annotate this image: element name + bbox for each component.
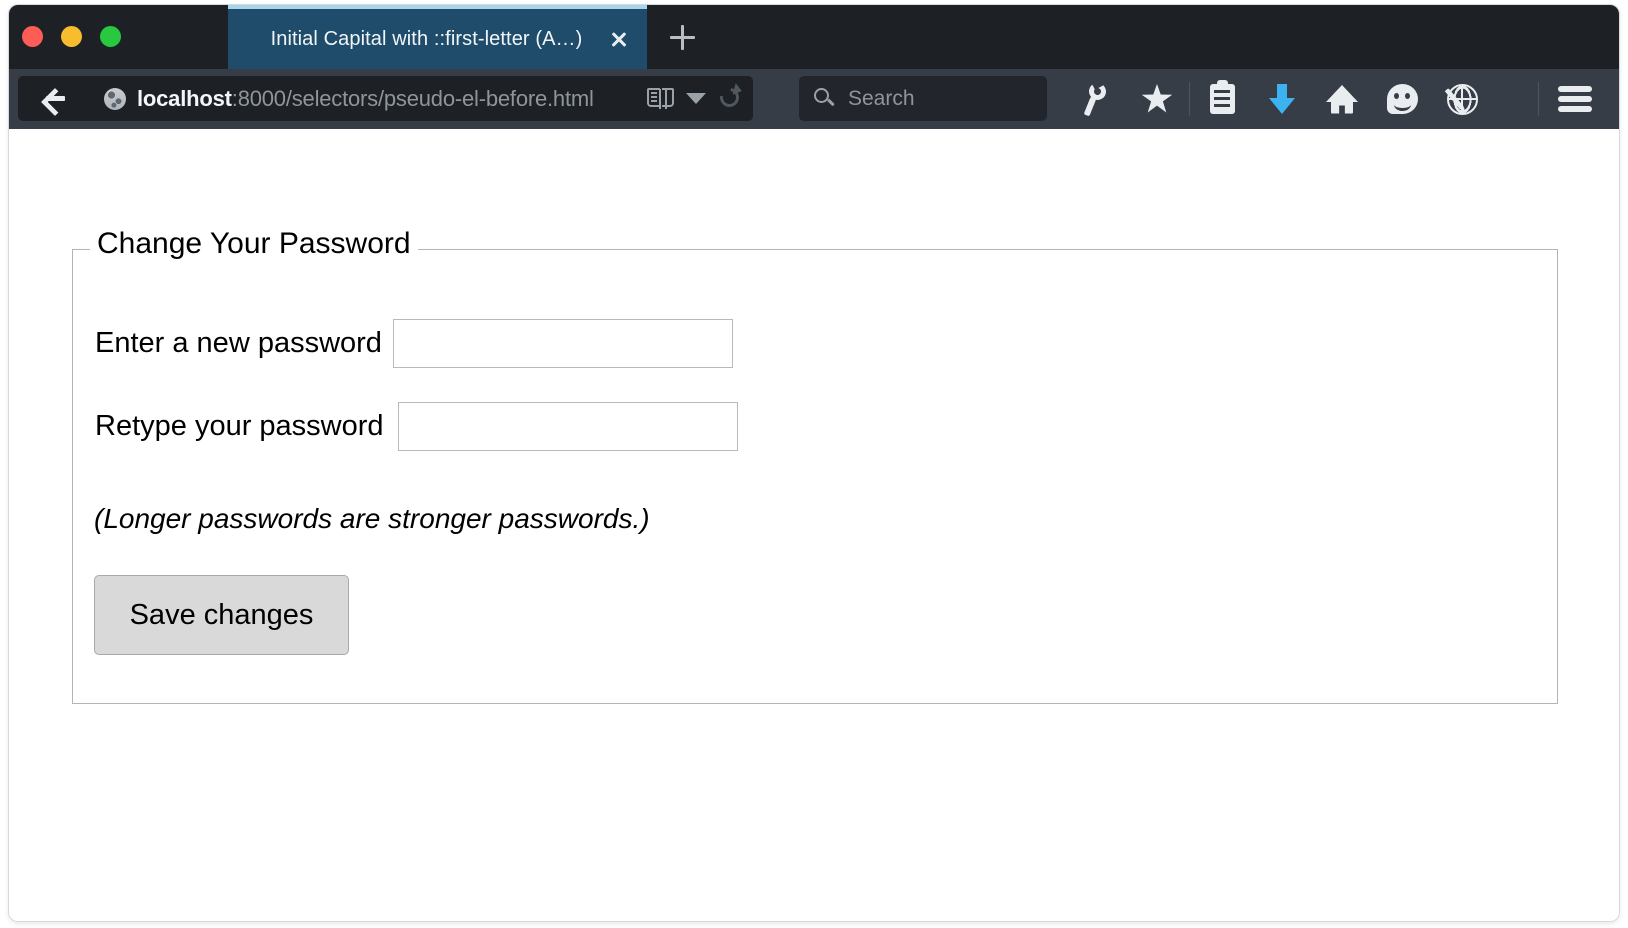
feedback-button[interactable]	[1372, 69, 1432, 129]
new-password-label: Enter a new password	[95, 327, 382, 359]
search-icon	[814, 88, 835, 109]
back-button[interactable]	[18, 76, 84, 121]
window-controls	[22, 26, 121, 47]
url-text: localhost:8000/selectors/pseudo-el-befor…	[137, 86, 594, 112]
search-placeholder: Search	[848, 86, 915, 110]
browser-window: Initial Capital with ::first-letter (A…)…	[9, 5, 1619, 921]
toolbar-icon-group	[1067, 69, 1492, 129]
downloads-button[interactable]	[1252, 69, 1312, 129]
back-arrow-icon	[38, 88, 65, 110]
tab-title: Initial Capital with ::first-letter (A…)	[270, 27, 583, 50]
tab-bar: Initial Capital with ::first-letter (A…)	[9, 5, 1619, 69]
navigation-toolbar: localhost:8000/selectors/pseudo-el-befor…	[9, 69, 1619, 129]
reader-mode-icon[interactable]	[647, 87, 674, 110]
browser-tab-active[interactable]: Initial Capital with ::first-letter (A…)	[228, 5, 647, 69]
form-row-retype-password: Retype your password	[95, 402, 738, 451]
wrench-icon	[1084, 83, 1110, 115]
list-icon	[1209, 80, 1235, 114]
chevron-down-icon[interactable]	[686, 93, 706, 104]
bookmark-button[interactable]	[1127, 69, 1187, 129]
form-row-new-password: Enter a new password	[95, 319, 733, 368]
url-path: :8000/selectors/pseudo-el-before.html	[231, 85, 594, 111]
address-bar[interactable]: localhost:8000/selectors/pseudo-el-befor…	[18, 76, 753, 121]
hamburger-icon	[1558, 86, 1592, 112]
retype-password-label: Retype your password	[95, 410, 384, 442]
window-close-button[interactable]	[22, 26, 43, 47]
globe-pencil-icon	[1446, 83, 1478, 115]
reload-icon[interactable]	[718, 86, 744, 112]
home-button[interactable]	[1312, 69, 1372, 129]
fieldset-legend: Change Your Password	[90, 227, 418, 261]
sync-button[interactable]	[1432, 69, 1492, 129]
star-icon	[1141, 84, 1173, 113]
page-content: Change Your Password Enter a new passwor…	[9, 129, 1619, 921]
window-maximize-button[interactable]	[100, 26, 121, 47]
home-icon	[1326, 84, 1358, 114]
window-minimize-button[interactable]	[61, 26, 82, 47]
new-tab-button[interactable]	[664, 21, 702, 55]
search-bar[interactable]: Search	[799, 76, 1047, 121]
download-arrow-icon	[1269, 84, 1295, 114]
retype-password-input[interactable]	[397, 402, 738, 451]
toolbar-divider	[1189, 82, 1190, 116]
password-hint-text: (Longer passwords are stronger passwords…	[94, 503, 650, 534]
close-icon[interactable]	[599, 19, 639, 59]
smiley-face-icon	[1386, 84, 1418, 114]
address-bar-actions	[647, 86, 753, 112]
main-menu-button[interactable]	[1545, 69, 1605, 129]
globe-icon[interactable]	[104, 87, 126, 110]
change-password-fieldset: Change Your Password Enter a new passwor…	[72, 227, 1558, 704]
new-password-input[interactable]	[392, 319, 733, 368]
toolbar-divider	[1538, 82, 1539, 116]
developer-tools-button[interactable]	[1067, 69, 1127, 129]
save-changes-button[interactable]: Save changes	[94, 575, 349, 655]
reading-list-button[interactable]	[1192, 69, 1252, 129]
url-host: localhost	[137, 85, 232, 111]
